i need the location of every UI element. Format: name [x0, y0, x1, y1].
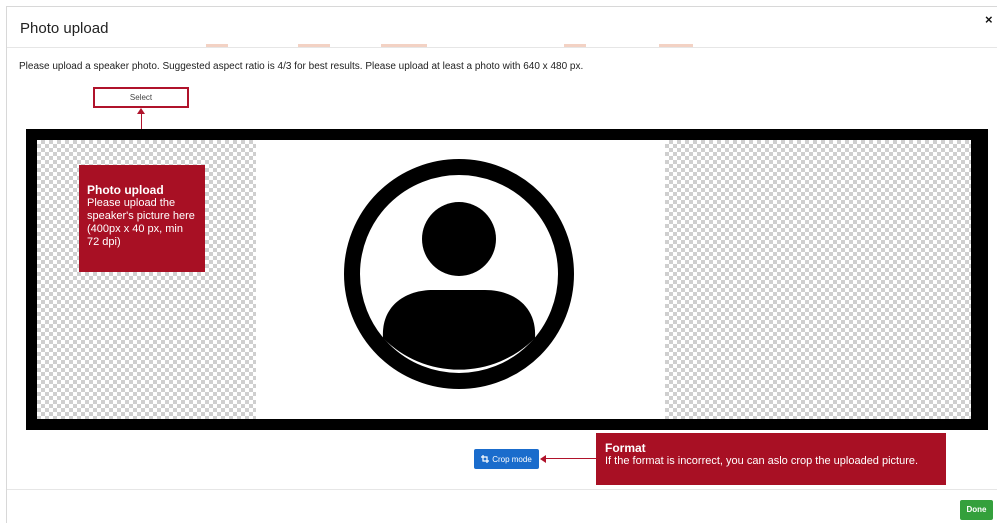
callout-title: Format — [605, 441, 646, 455]
footer-divider — [7, 489, 997, 490]
transparent-area-right — [665, 140, 971, 419]
upload-instructions: Please upload a speaker photo. Suggested… — [19, 61, 584, 72]
photo-upload-callout: Photo upload Please upload the speaker's… — [79, 165, 205, 272]
photo-upload-modal: Photo upload × Please upload a speaker p… — [0, 0, 997, 523]
callout-connector — [545, 458, 596, 459]
select-button[interactable]: Select — [98, 92, 184, 103]
crop-mode-label: Crop mode — [492, 454, 532, 464]
callout-body: Please upload the speaker's picture here… — [87, 197, 195, 248]
crop-icon — [481, 455, 490, 463]
crop-mode-button[interactable]: Crop mode — [474, 449, 539, 469]
done-button[interactable]: Done — [960, 500, 993, 520]
modal-title: Photo upload — [20, 20, 109, 37]
photo-preview — [256, 140, 665, 419]
callout-title: Photo upload — [87, 183, 164, 197]
header-divider — [7, 47, 997, 48]
user-avatar-icon — [344, 159, 574, 389]
callout-body: If the format is incorrect, you can aslo… — [605, 455, 919, 467]
close-icon[interactable]: × — [985, 12, 993, 27]
format-callout: Format If the format is incorrect, you c… — [596, 433, 946, 485]
arrow-left-icon — [540, 455, 546, 463]
select-highlight: Select — [93, 87, 189, 108]
